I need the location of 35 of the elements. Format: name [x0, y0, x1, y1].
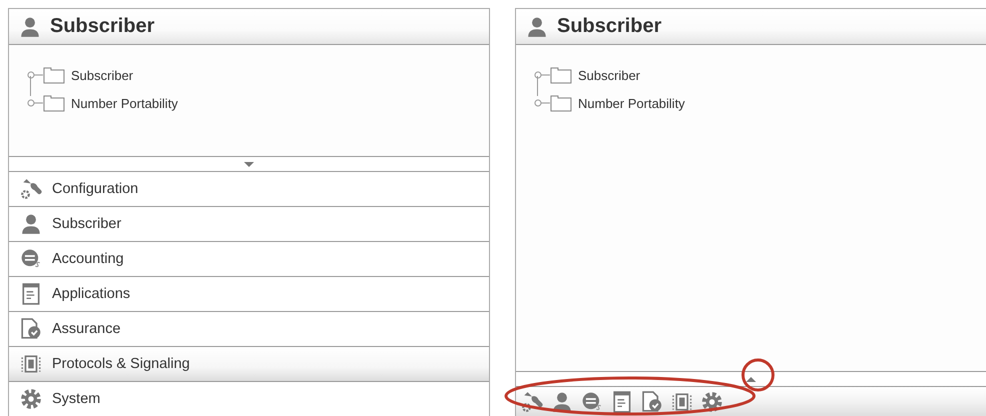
chip-icon — [671, 390, 693, 412]
panel-title: Subscriber — [557, 15, 662, 38]
nav-icon-button[interactable] — [551, 390, 573, 412]
tree-item[interactable]: Subscriber — [71, 68, 134, 82]
tree-item[interactable]: Number Portability — [71, 96, 178, 110]
tree-connector-icon — [27, 98, 43, 108]
tree-item[interactable]: Subscriber — [578, 68, 640, 82]
document-icon — [611, 390, 633, 412]
document-icon — [20, 283, 42, 305]
person-icon — [20, 213, 42, 235]
person-icon — [19, 16, 41, 38]
collapse-arrow-icon[interactable] — [244, 162, 254, 166]
coin-icon — [581, 390, 603, 412]
folder-icon[interactable] — [550, 94, 572, 112]
document-check-icon — [641, 390, 663, 412]
chip-icon — [20, 353, 42, 375]
gear-icon — [20, 388, 42, 410]
gear-icon — [701, 390, 723, 412]
nav-icon-button[interactable] — [611, 390, 633, 412]
person-icon — [551, 390, 573, 412]
nav-icon-button[interactable] — [671, 390, 693, 412]
nav-icon-button[interactable] — [701, 390, 723, 412]
coin-icon — [20, 248, 42, 270]
person-icon — [526, 16, 548, 38]
nav-icon-button[interactable] — [641, 390, 663, 412]
panel-title: Subscriber — [50, 15, 154, 38]
nav-icon-button[interactable] — [581, 390, 603, 412]
folder-icon[interactable] — [550, 66, 572, 84]
folder-icon[interactable] — [43, 66, 65, 84]
tree-connector-icon — [534, 98, 550, 108]
highlight-circle — [742, 358, 774, 392]
document-check-icon — [20, 318, 42, 340]
tree-item[interactable]: Number Portability — [578, 96, 685, 110]
folder-icon[interactable] — [43, 94, 65, 112]
expand-arrow-icon[interactable] — [746, 376, 756, 382]
